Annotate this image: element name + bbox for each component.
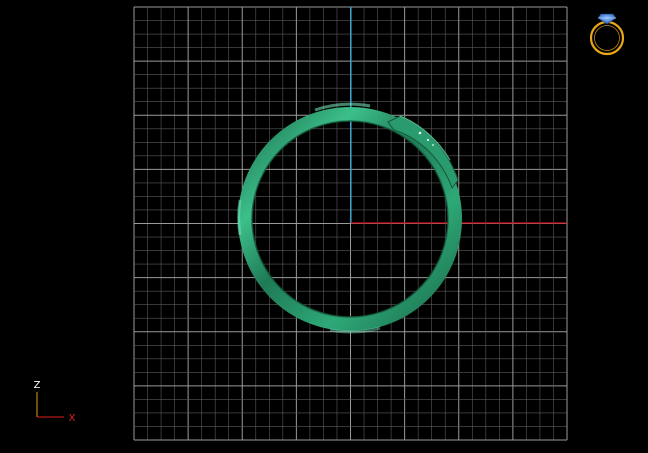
ring-band[interactable] [237,102,462,334]
ring-with-gem-icon[interactable] [589,13,625,56]
3d-viewport[interactable]: Z X [0,0,648,453]
gizmo-z-label: Z [34,380,41,391]
axis-gizmo: Z X [34,380,76,424]
gizmo-x-label: X [69,413,76,424]
